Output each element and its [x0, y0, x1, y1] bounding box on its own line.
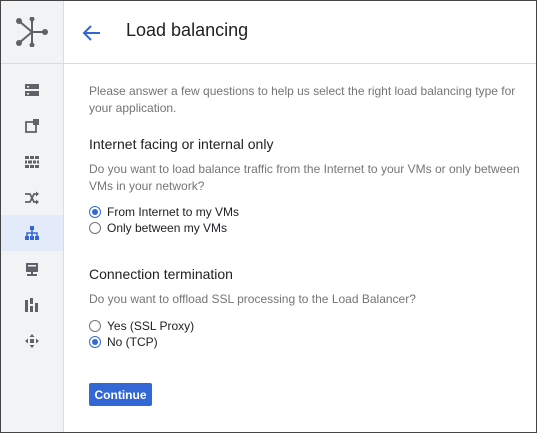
back-button[interactable] [80, 21, 104, 45]
vpn-icon [26, 263, 38, 276]
firewall-icon [25, 156, 39, 168]
routes-icon [25, 191, 39, 205]
radio-button-unchecked[interactable] [89, 320, 101, 332]
section-title-internet-facing: Internet facing or internal only [89, 136, 274, 152]
radio-label: From Internet to my VMs [107, 205, 240, 219]
nav-item-external-ip[interactable] [1, 108, 63, 144]
radio-option-ssl-proxy[interactable]: Yes (SSL Proxy) [89, 318, 194, 334]
page-header: Load balancing [64, 1, 536, 64]
server-list-icon [25, 84, 39, 96]
nav-rail [1, 1, 64, 432]
continue-button[interactable]: Continue [89, 383, 152, 406]
external-ip-icon [25, 119, 39, 133]
monitoring-icon [25, 298, 38, 312]
radio-label: No (TCP) [107, 335, 158, 349]
nav-item-vpn[interactable] [1, 251, 63, 287]
nav-item-interconnect[interactable] [1, 323, 63, 359]
nav-item-firewall[interactable] [1, 144, 63, 180]
nav-item-routes[interactable] [1, 180, 63, 216]
arrow-back-icon [82, 25, 100, 41]
page-title: Load balancing [126, 20, 249, 40]
main-content: Please answer a few questions to help us… [89, 64, 536, 432]
nav-item-servers[interactable] [1, 72, 63, 108]
network-services-logo-icon[interactable] [1, 1, 63, 64]
radio-option-tcp[interactable]: No (TCP) [89, 334, 158, 350]
radio-label: Only between my VMs [107, 221, 228, 235]
section-desc-connection-termination: Do you want to offload SSL processing to… [89, 292, 416, 306]
radio-button-unchecked[interactable] [89, 222, 101, 234]
radio-option-from-internet[interactable]: From Internet to my VMs [89, 204, 239, 220]
radio-button-checked[interactable] [89, 336, 101, 348]
radio-button-checked[interactable] [89, 206, 101, 218]
radio-option-only-between-vms[interactable]: Only between my VMs [89, 220, 227, 236]
app-window: Load balancing Please answer a few quest… [0, 0, 537, 433]
nav-item-load-balancing[interactable] [1, 215, 63, 251]
intro-text: Please answer a few questions to help us… [89, 84, 516, 115]
nav-item-monitoring[interactable] [1, 287, 63, 323]
section-desc-internet-facing: Do you want to load balance traffic from… [89, 162, 520, 193]
radio-label: Yes (SSL Proxy) [107, 319, 195, 333]
interconnect-icon [25, 334, 39, 348]
load-balancing-icon [25, 226, 39, 240]
section-title-connection-termination: Connection termination [89, 266, 233, 282]
